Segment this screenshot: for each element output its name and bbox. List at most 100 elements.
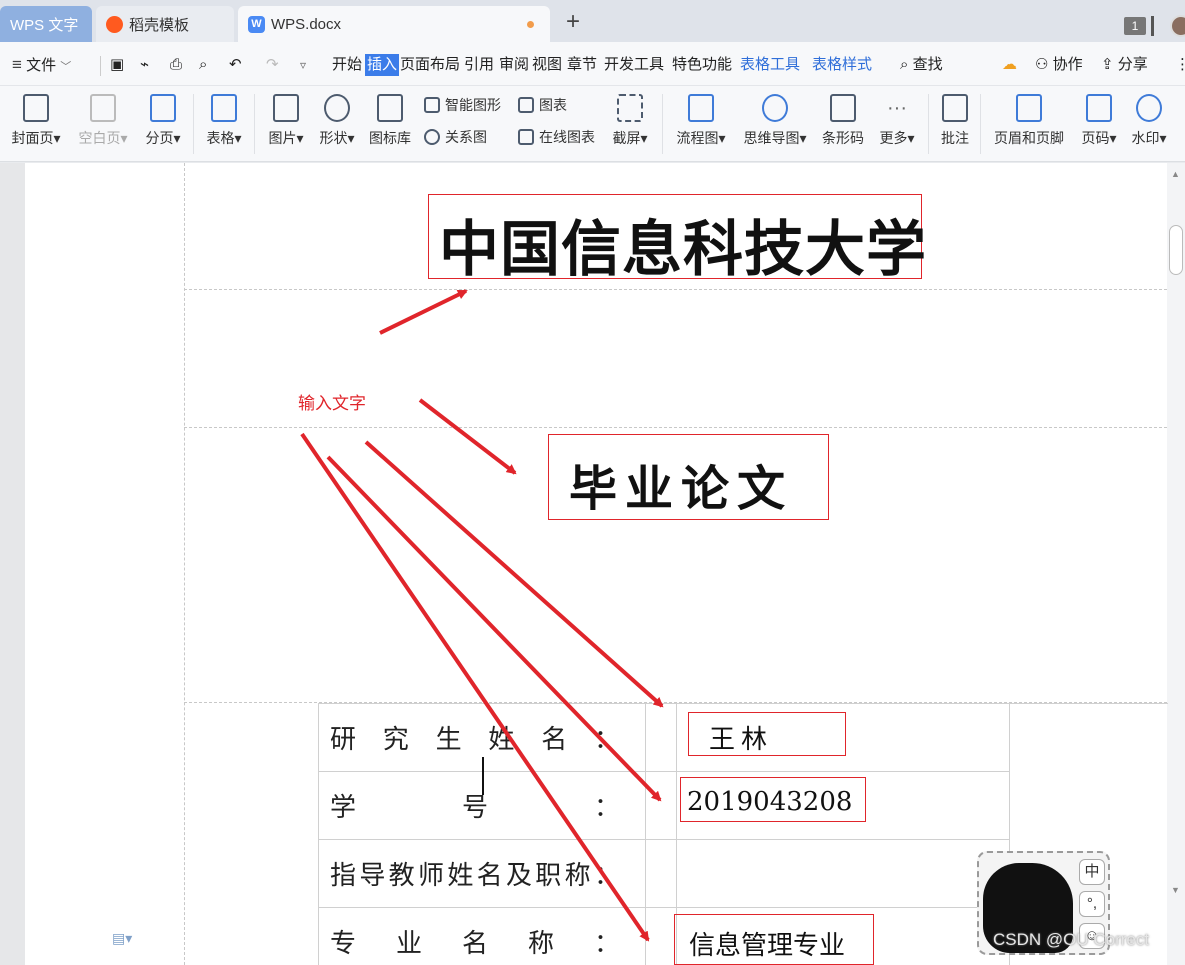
watermark-button[interactable]: 水印▾ bbox=[1128, 94, 1170, 148]
comment-icon bbox=[942, 94, 968, 122]
barcode-button[interactable]: 条形码 bbox=[820, 94, 866, 148]
vertical-scrollbar[interactable]: ▲ ▼ bbox=[1167, 163, 1185, 965]
annotation-label: 输入文字 bbox=[298, 394, 366, 413]
ribbon-separator bbox=[254, 94, 255, 154]
save-icon[interactable]: ▣ bbox=[110, 54, 124, 76]
picture-icon bbox=[273, 94, 299, 122]
hamburger-icon: ≡ bbox=[12, 55, 22, 74]
scroll-up-icon[interactable]: ▲ bbox=[1171, 169, 1180, 179]
form-value-name: 王林 bbox=[709, 725, 774, 755]
mind-map-button[interactable]: 思维导图▾ bbox=[739, 94, 811, 148]
table-icon bbox=[211, 94, 237, 122]
screenshot-button[interactable]: 截屏▾ bbox=[608, 94, 652, 148]
flowchart-icon bbox=[688, 94, 714, 122]
file-menu[interactable]: ≡ 文件 ﹀ bbox=[12, 54, 71, 76]
tab-bar: WPS 文字 稻壳模板 W WPS.docx + 1 bbox=[0, 0, 1185, 42]
ime-punctuation-toggle[interactable]: °, bbox=[1079, 891, 1105, 917]
ribbon-separator bbox=[980, 94, 981, 154]
share-button[interactable]: ⇪ 分享 bbox=[1101, 54, 1148, 76]
picture-button[interactable]: 图片▾ bbox=[265, 94, 307, 148]
menu-table-style[interactable]: 表格样式 bbox=[812, 54, 872, 76]
header-footer-label: 页眉和页脚 bbox=[994, 130, 1064, 146]
menu-section[interactable]: 章节 bbox=[567, 54, 597, 76]
menu-separator bbox=[100, 56, 101, 76]
shape-button[interactable]: 形状▾ bbox=[316, 94, 358, 148]
page-number-button[interactable]: 页码▾ bbox=[1078, 94, 1120, 148]
collaborate-button[interactable]: ⚇ 协作 bbox=[1035, 54, 1083, 76]
print-preview-icon[interactable]: ⌕ bbox=[199, 54, 207, 76]
unsaved-dot-icon bbox=[527, 21, 534, 28]
window-count-badge[interactable]: 1 bbox=[1124, 17, 1146, 35]
comment-button[interactable]: 批注 bbox=[938, 94, 972, 148]
print-icon[interactable]: ⎙ bbox=[170, 54, 182, 76]
menu-references[interactable]: 引用 bbox=[464, 54, 494, 76]
redo-icon[interactable]: ↷ bbox=[266, 54, 279, 76]
menu-home[interactable]: 开始 bbox=[332, 54, 362, 76]
ime-language-toggle[interactable]: 中 bbox=[1079, 859, 1105, 885]
page-number-label: 页码 bbox=[1081, 130, 1110, 146]
name-value-box[interactable]: 王林 bbox=[688, 712, 846, 756]
chevron-down-icon: ﹀ bbox=[60, 61, 72, 73]
collaborate-icon: ⚇ bbox=[1035, 56, 1049, 73]
new-tab-button[interactable]: + bbox=[566, 10, 580, 34]
search-label: 查找 bbox=[912, 56, 943, 73]
cover-page-button[interactable]: 封面页▾ bbox=[8, 94, 64, 148]
scrollbar-thumb[interactable] bbox=[1169, 225, 1183, 275]
search-button[interactable]: ⌕ 查找 bbox=[900, 54, 943, 76]
scroll-down-icon[interactable]: ▼ bbox=[1171, 885, 1180, 895]
page-break-button[interactable]: 分页▾ bbox=[141, 94, 185, 148]
university-title-box[interactable]: 中国信息科技大学 bbox=[428, 194, 926, 285]
user-avatar[interactable] bbox=[1170, 15, 1185, 37]
menu-developer[interactable]: 开发工具 bbox=[604, 54, 664, 76]
blank-page-button[interactable]: 空白页▾ bbox=[74, 94, 132, 148]
screenshot-label: 截屏 bbox=[612, 130, 641, 146]
search-icon: ⌕ bbox=[900, 56, 909, 73]
share-label: 分享 bbox=[1117, 56, 1148, 73]
form-table-border bbox=[645, 703, 646, 965]
more-menu-icon[interactable]: ⋮ bbox=[1175, 54, 1185, 76]
relation-chart-label: 关系图 bbox=[445, 129, 487, 145]
icon-library-button[interactable]: 图标库 bbox=[367, 94, 413, 148]
table-button[interactable]: 表格▾ bbox=[203, 94, 245, 148]
header-footer-button[interactable]: 页眉和页脚 bbox=[990, 94, 1068, 148]
student-id-value-box[interactable]: 2019043208 bbox=[680, 777, 866, 822]
chart-label: 图表 bbox=[539, 97, 567, 113]
table-gridline bbox=[184, 289, 1167, 290]
smart-art-button[interactable]: 智能图形 bbox=[424, 95, 501, 115]
online-chart-icon bbox=[518, 129, 534, 145]
cloud-sync-icon[interactable]: ☁ bbox=[1002, 54, 1017, 76]
online-chart-button[interactable]: 在线图表 bbox=[518, 127, 595, 147]
menu-table-tools[interactable]: 表格工具 bbox=[740, 54, 800, 76]
quick-access-more-icon[interactable]: ▿ bbox=[300, 54, 306, 76]
more-button[interactable]: ··· 更多▾ bbox=[876, 94, 918, 148]
menu-special-features[interactable]: 特色功能 bbox=[672, 54, 732, 76]
undo-icon[interactable]: ↶ bbox=[229, 54, 242, 76]
online-chart-label: 在线图表 bbox=[539, 129, 595, 145]
tab-wps-writer[interactable]: WPS 文字 bbox=[0, 6, 92, 42]
menu-review[interactable]: 审阅 bbox=[499, 54, 529, 76]
page-break-icon bbox=[150, 94, 176, 122]
docer-icon bbox=[106, 15, 123, 33]
major-value-box[interactable]: 信息管理专业 bbox=[674, 914, 874, 965]
page-nav-icon[interactable]: ▤▾ bbox=[112, 930, 132, 947]
form-label-student-id: 学号： bbox=[330, 793, 620, 823]
relation-chart-button[interactable]: 关系图 bbox=[424, 127, 487, 147]
chart-button[interactable]: 图表 bbox=[518, 95, 567, 115]
flowchart-button[interactable]: 流程图▾ bbox=[672, 94, 730, 148]
thesis-title: 毕业论文 bbox=[569, 461, 794, 517]
menu-insert[interactable]: 插入 bbox=[365, 54, 400, 76]
format-painter-icon[interactable]: ⌁ bbox=[140, 54, 149, 76]
icon-library-label: 图标库 bbox=[369, 130, 411, 146]
tab-doc-label: WPS.docx bbox=[271, 15, 342, 33]
thesis-title-box[interactable]: 毕业论文 bbox=[548, 434, 829, 520]
menu-view[interactable]: 视图 bbox=[532, 54, 562, 76]
tab-docer-templates[interactable]: 稻壳模板 bbox=[96, 6, 234, 42]
comment-label: 批注 bbox=[941, 130, 969, 146]
form-table-border bbox=[318, 839, 1010, 840]
menu-bar: ≡ 文件 ﹀ ▣ ⌁ ⎙ ⌕ ↶ ↷ ▿ 开始 插入 页面布局 引用 审阅 视图… bbox=[0, 42, 1185, 86]
tab-document[interactable]: W WPS.docx bbox=[238, 6, 550, 42]
menu-page-layout[interactable]: 页面布局 bbox=[400, 54, 460, 76]
scissors-icon bbox=[617, 94, 643, 122]
word-doc-icon: W bbox=[248, 15, 265, 33]
text-cursor bbox=[482, 757, 484, 795]
